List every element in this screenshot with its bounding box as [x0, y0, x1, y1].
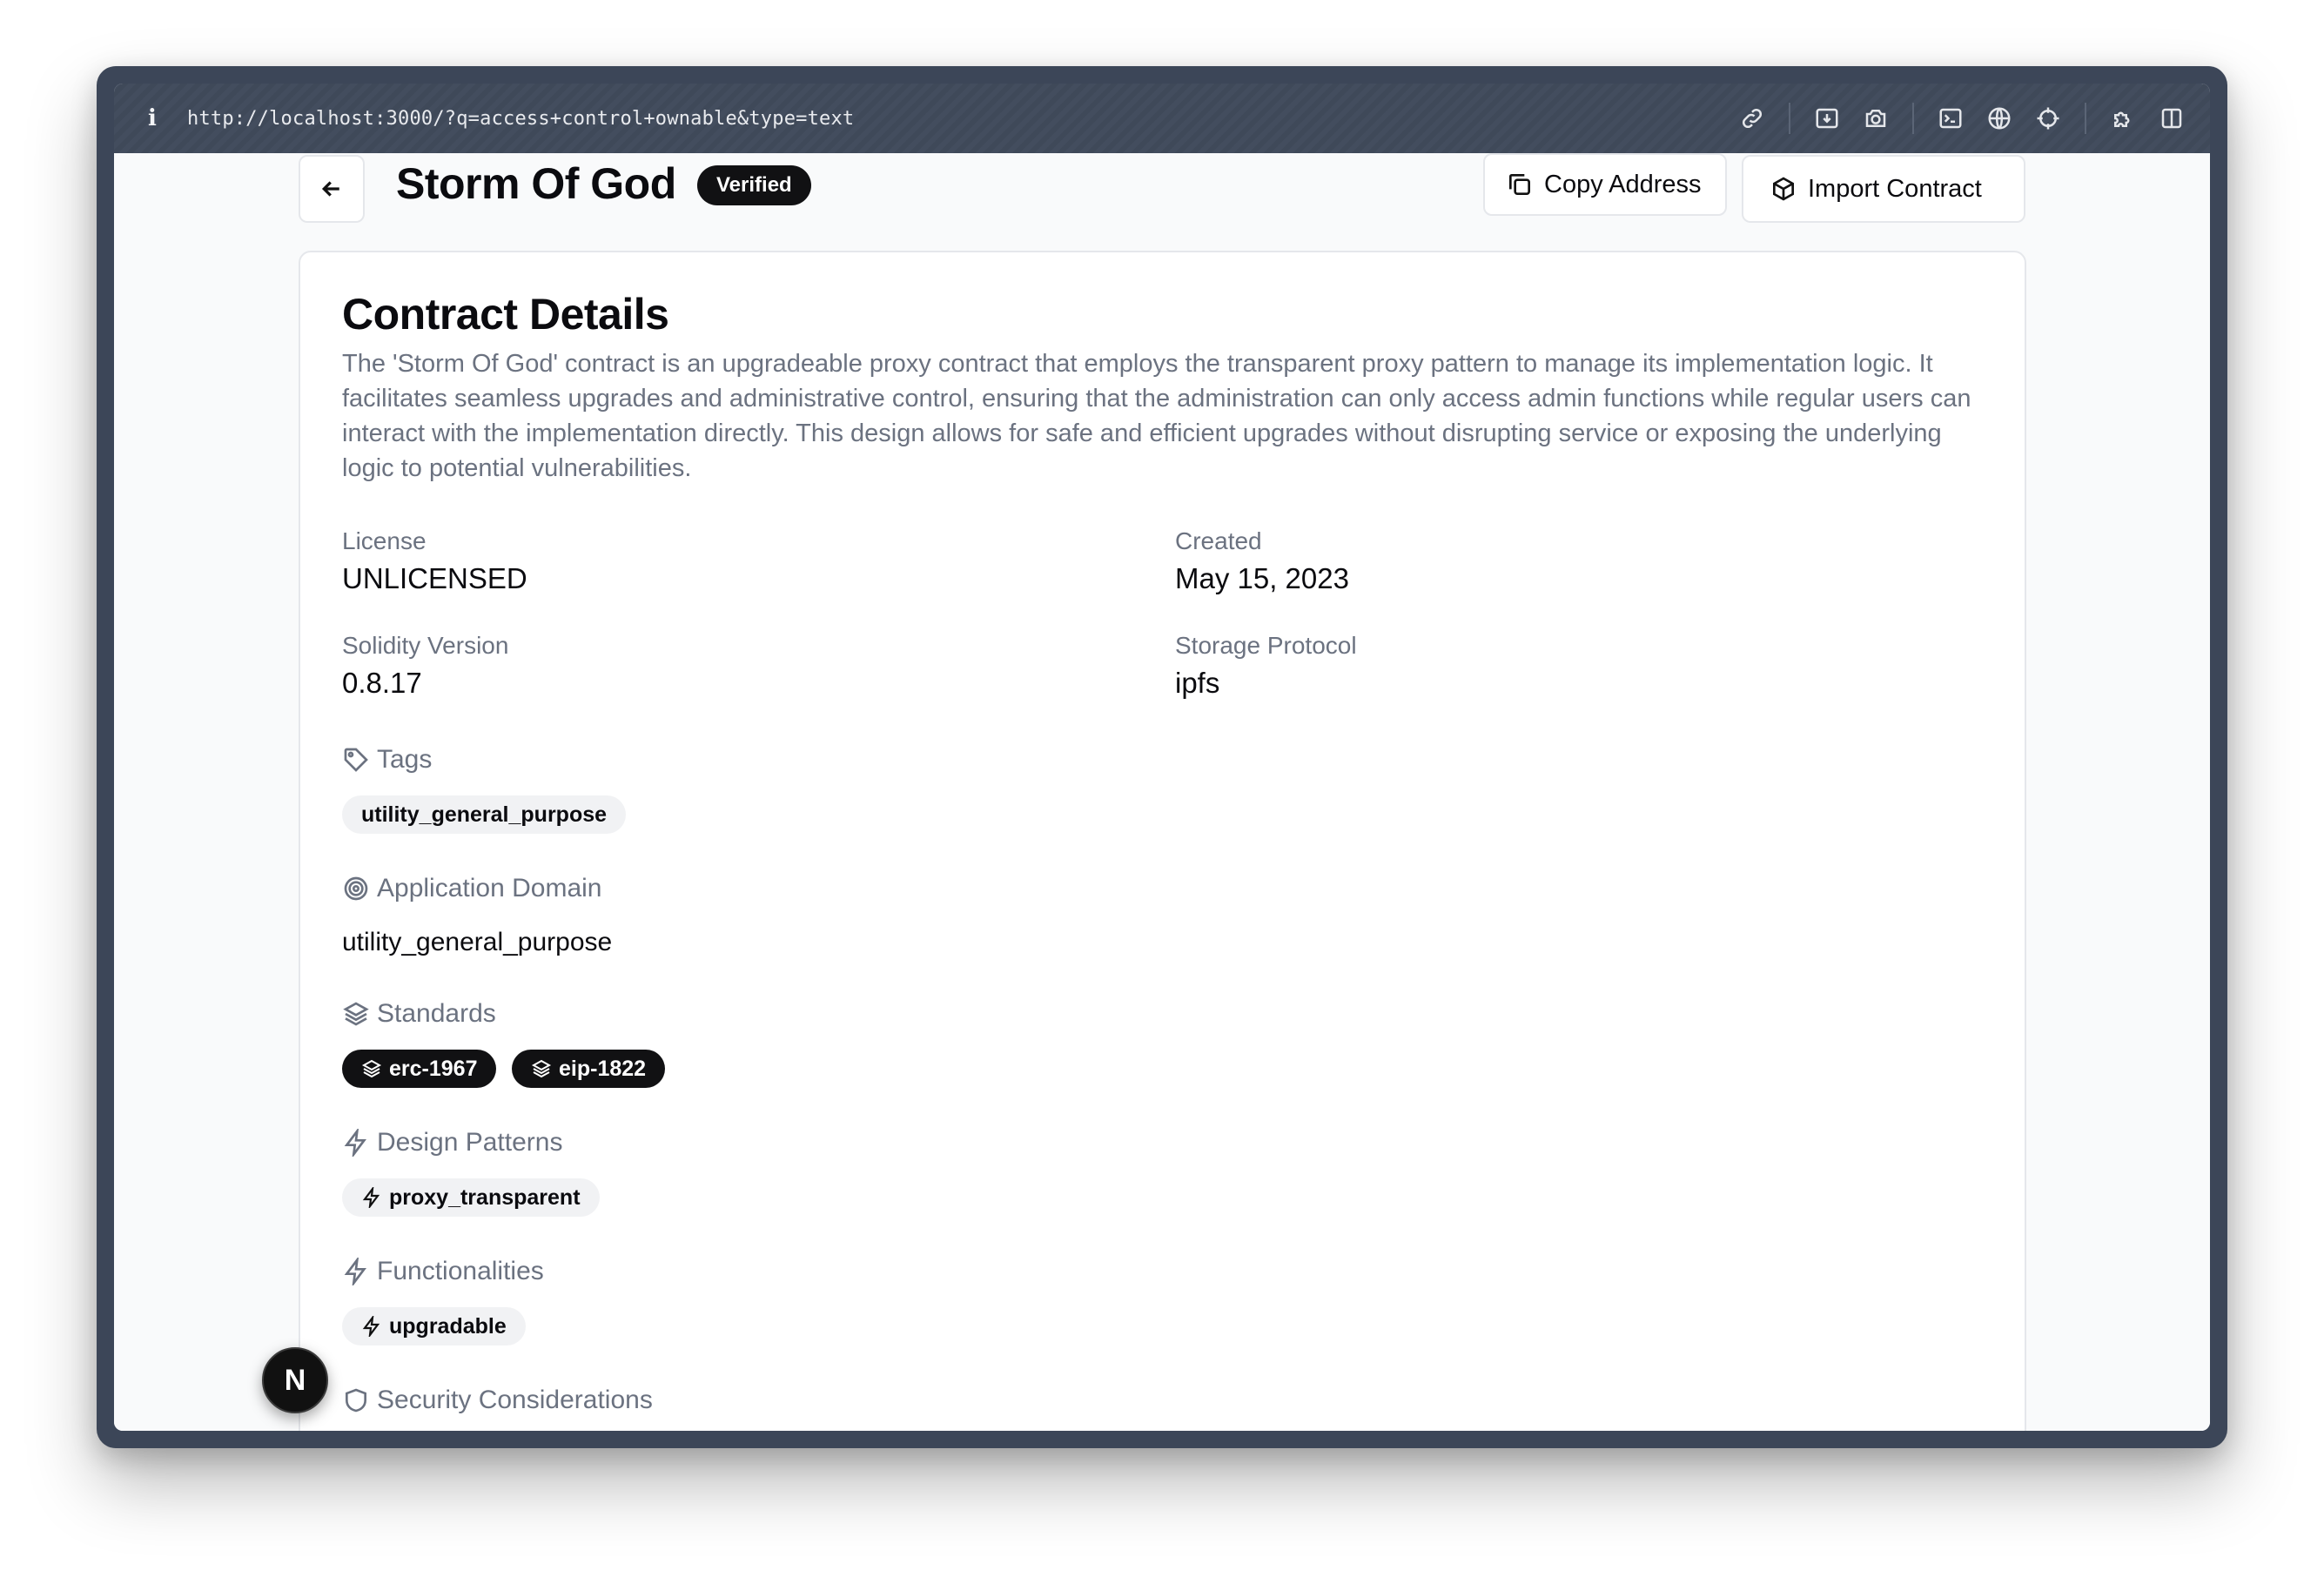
browser-toolbar [1728, 84, 2196, 153]
standard-label: eip-1822 [559, 1056, 647, 1081]
standard-pill[interactable]: eip-1822 [512, 1050, 666, 1088]
shield-icon [346, 1388, 366, 1413]
back-button[interactable] [299, 155, 365, 223]
contract-details-card: Contract Details The 'Storm Of God' cont… [299, 251, 2026, 1431]
lightning-icon [344, 1129, 366, 1157]
download-icon[interactable] [1803, 94, 1851, 143]
tag-pill[interactable]: utility_general_purpose [342, 795, 627, 834]
toolbar-divider [2085, 103, 2086, 134]
tags-label: Tags [377, 745, 433, 774]
security-section-header: Security Considerations [342, 1386, 653, 1415]
info-icon[interactable]: i [140, 105, 165, 131]
created-value: May 15, 2023 [1175, 562, 1349, 594]
standards-section-header: Standards [342, 999, 496, 1029]
created-label: Created [1175, 527, 1262, 554]
functionality-pill[interactable]: upgradable [342, 1307, 526, 1345]
layers-icon [343, 1002, 369, 1026]
copy-address-label: Copy Address [1544, 170, 1702, 198]
copy-icon [1509, 174, 1530, 195]
tag-icon [344, 748, 368, 772]
verified-badge: Verified [697, 165, 811, 205]
package-icon [1773, 177, 1794, 201]
license-value: UNLICENSED [342, 562, 527, 594]
domain-label: Application Domain [377, 874, 602, 903]
lightning-icon [362, 1187, 380, 1208]
layers-icon [531, 1059, 552, 1078]
domain-value: utility_general_purpose [342, 928, 613, 956]
url-text[interactable]: http://localhost:3000/?q=access+control+… [187, 108, 854, 130]
security-label: Security Considerations [377, 1386, 653, 1414]
pattern-pill[interactable]: proxy_transparent [342, 1178, 600, 1217]
lightning-icon [362, 1316, 380, 1337]
terminal-icon[interactable] [1926, 94, 1975, 143]
license-label: License [342, 527, 427, 554]
storage-value: ipfs [1175, 667, 1220, 699]
contract-description: The 'Storm Of God' contract is an upgrad… [342, 350, 1971, 482]
crosshair-icon[interactable] [2024, 94, 2072, 143]
toolbar-divider [1789, 103, 1790, 134]
nextjs-dev-badge[interactable]: N [262, 1347, 328, 1413]
functionality-label: upgradable [389, 1313, 507, 1339]
arrow-left-icon [321, 181, 339, 197]
domain-section-header: Application Domain [342, 874, 601, 903]
import-contract-button[interactable]: Import Contract [1742, 155, 2025, 223]
storage-label: Storage Protocol [1175, 632, 1357, 659]
lightning-icon [344, 1258, 366, 1285]
camera-icon[interactable] [1851, 94, 1900, 143]
standard-pill[interactable]: erc-1967 [342, 1050, 497, 1088]
layers-icon [361, 1059, 382, 1078]
browser-viewport: i http://localhost:3000/?q=access+contro… [114, 84, 2210, 1431]
functionalities-section-header: Functionalities [342, 1257, 544, 1286]
extension-icon[interactable] [2099, 94, 2147, 143]
card-title: Contract Details [342, 290, 669, 339]
browser-window: i http://localhost:3000/?q=access+contro… [97, 66, 2227, 1448]
patterns-section-header: Design Patterns [342, 1128, 562, 1158]
standards-label: Standards [377, 999, 496, 1028]
page-content: Storm Of God Verified Copy Address Impor… [114, 153, 2210, 1431]
sidebar-icon[interactable] [2147, 94, 2196, 143]
functionalities-label: Functionalities [377, 1257, 544, 1285]
tags-section-header: Tags [342, 745, 432, 775]
globe-icon[interactable] [1975, 94, 2024, 143]
address-bar: i http://localhost:3000/?q=access+contro… [114, 84, 2210, 153]
solidity-label: Solidity Version [342, 632, 509, 659]
standard-label: erc-1967 [389, 1056, 478, 1081]
target-icon [344, 876, 368, 901]
link-icon[interactable] [1728, 94, 1777, 143]
copy-address-button[interactable]: Copy Address [1483, 153, 1727, 216]
import-contract-label: Import Contract [1808, 174, 1982, 203]
toolbar-divider [1912, 103, 1914, 134]
solidity-value: 0.8.17 [342, 667, 422, 699]
page-title: Storm Of God [396, 159, 676, 208]
pattern-label: proxy_transparent [389, 1184, 581, 1210]
patterns-label: Design Patterns [377, 1128, 563, 1157]
